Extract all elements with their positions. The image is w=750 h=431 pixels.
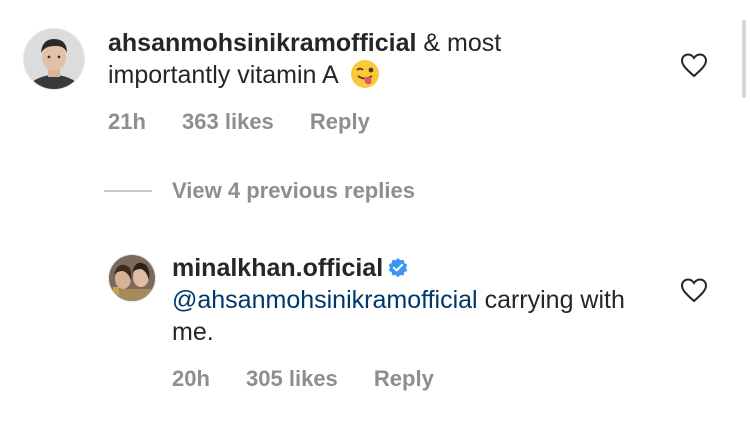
profile-photo [24,29,84,89]
comment-timestamp[interactable]: 20h [172,366,210,391]
avatar[interactable] [108,254,156,302]
view-previous-replies-button[interactable]: View 4 previous replies [104,178,415,204]
likes-count[interactable]: 305 likes [246,366,338,391]
comment-text: minalkhan.official @ahsanmohsinikramoffi… [172,252,672,348]
likes-count[interactable]: 363 likes [182,109,274,134]
reply-button[interactable]: Reply [310,109,370,134]
replies-divider-line [104,190,152,192]
avatar[interactable] [23,28,85,90]
comment-username[interactable]: minalkhan.official [172,254,383,282]
heart-outline-icon[interactable] [680,277,708,303]
view-replies-label: View 4 previous replies [172,178,415,203]
comment-meta: 20h 305 likes Reply [172,365,464,393]
comment-username[interactable]: ahsanmohsinikramofficial [108,29,416,57]
heart-outline-icon[interactable] [680,52,708,78]
comment-meta: 21h 363 likes Reply [108,108,400,136]
profile-photo [109,255,155,301]
scrollbar[interactable] [742,20,746,98]
comment-timestamp[interactable]: 21h [108,109,146,134]
verified-badge-icon [388,258,408,278]
mention-link[interactable]: @ahsanmohsinikramofficial [172,286,478,314]
comment-minal: minalkhan.official @ahsanmohsinikramoffi… [0,240,750,420]
reply-button[interactable]: Reply [374,366,434,391]
comment-text: ahsanmohsinikramofficial & most importan… [108,27,588,91]
winking-face-with-tongue-icon [351,60,380,88]
comment-ahsan: ahsanmohsinikramofficial & most importan… [0,0,750,150]
